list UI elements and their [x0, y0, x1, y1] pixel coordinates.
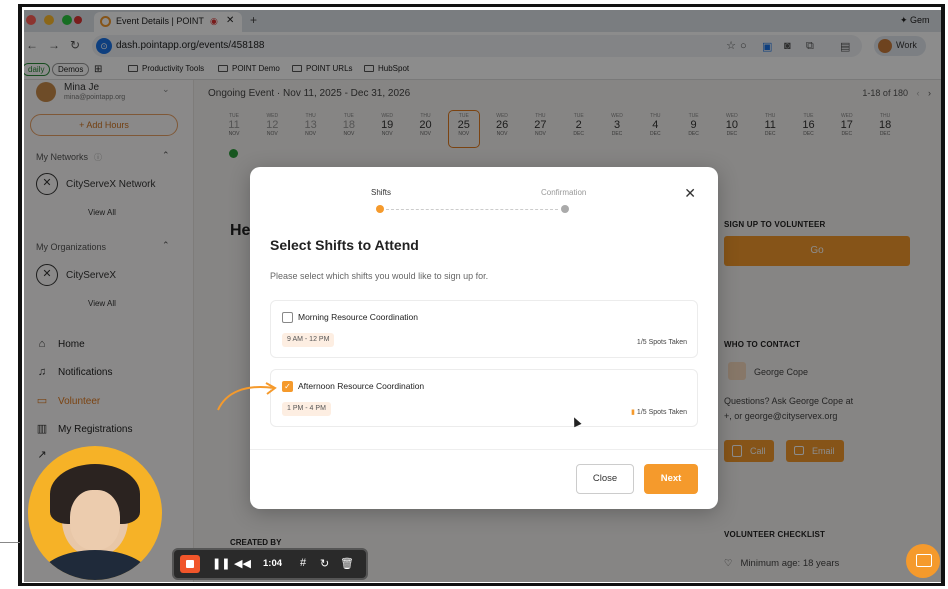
shift-spots-label: 1/5 Spots Taken [636, 409, 687, 416]
modal-subtitle: Please select which shifts you would lik… [270, 271, 489, 281]
shift-card-morning[interactable]: Morning Resource Coordination 9 AM - 12 … [270, 300, 698, 358]
annotation-arrow-icon [217, 382, 277, 411]
webcam-bubble [28, 446, 162, 580]
shift-name: Morning Resource Coordination [298, 312, 419, 322]
next-button[interactable]: Next [644, 464, 698, 494]
restart-icon[interactable]: ↻ [320, 557, 329, 570]
shift-time-chip: 9 AM - 12 PM [282, 333, 335, 347]
pause-icon[interactable]: ❚❚ [212, 557, 230, 570]
select-shifts-modal: Shifts Confirmation ✕ Select Shifts to A… [250, 167, 718, 509]
frame-border-top [18, 4, 944, 7]
step-shifts-label: Shifts [371, 188, 392, 197]
presenter-shirt [38, 550, 152, 580]
shift-card-afternoon[interactable]: ✓ Afternoon Resource Coordination 1 PM -… [270, 369, 698, 427]
grid-icon[interactable]: # [300, 557, 306, 569]
modal-title: Select Shifts to Attend [270, 237, 419, 253]
step-confirmation-label: Confirmation [541, 188, 587, 197]
shift-spots: 1/5 Spots Taken [636, 339, 687, 346]
stop-recording-button[interactable] [180, 555, 200, 573]
step-shifts-dot [376, 205, 384, 213]
screenshot-frame: Event Details | POINT ◉ ✕ + ✦ Gem ← → ↻ … [0, 0, 948, 589]
person-icon: ▮ [631, 409, 635, 416]
rewind-icon[interactable]: ◀◀ [234, 557, 251, 570]
trash-icon[interactable]: 🗑 [340, 557, 354, 570]
chat-icon[interactable] [906, 544, 940, 578]
recording-toolbar: ❚❚ ◀◀ 1:04 # ↻ 🗑 [172, 548, 368, 580]
close-icon[interactable]: ✕ [684, 185, 696, 202]
shift-name: Afternoon Resource Coordination [298, 381, 425, 391]
stepper-line [386, 209, 558, 210]
shift-time-chip: 1 PM - 4 PM [282, 402, 331, 416]
frame-border-bottom [18, 583, 944, 586]
modal-divider [250, 449, 718, 450]
frame-border-left [18, 4, 22, 586]
shift-checkbox-morning[interactable] [282, 312, 293, 323]
frame-border-right [941, 4, 945, 586]
shift-spots: ▮ 1/5 Spots Taken [631, 408, 687, 416]
close-button[interactable]: Close [576, 464, 634, 494]
browser-window: Event Details | POINT ◉ ✕ + ✦ Gem ← → ↻ … [24, 10, 941, 582]
presenter-face-front [70, 490, 120, 550]
step-confirmation-dot [561, 205, 569, 213]
background-window-edge [0, 542, 20, 550]
recording-time: 1:04 [263, 558, 283, 569]
